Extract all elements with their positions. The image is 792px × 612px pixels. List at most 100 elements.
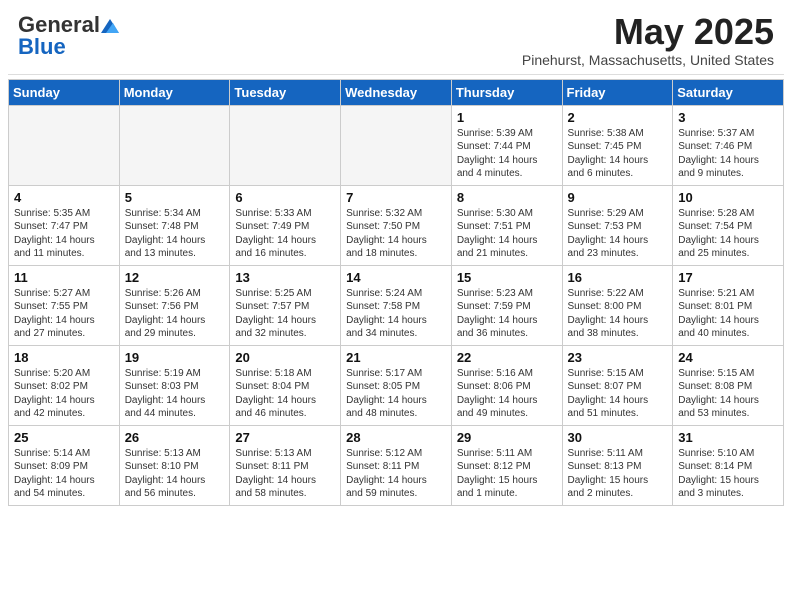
day-number: 22	[457, 350, 557, 365]
calendar-week-row: 18 Sunrise: 5:20 AM Sunset: 8:02 PM Dayli…	[9, 345, 784, 425]
calendar-day-cell: 1 Sunrise: 5:39 AM Sunset: 7:44 PM Daylig…	[451, 105, 562, 185]
day-info: Sunrise: 5:24 AM Sunset: 7:58 PM Dayligh…	[346, 287, 446, 341]
day-info: Sunrise: 5:10 AM Sunset: 8:14 PM Dayligh…	[678, 447, 778, 501]
logo-icon	[101, 19, 119, 33]
calendar-day-cell: 3Sunrise: 5:37 AM Sunset: 7:46 PM Daylig…	[673, 105, 784, 185]
calendar-day-cell: 2 Sunrise: 5:38 AM Sunset: 7:45 PM Daylig…	[562, 105, 673, 185]
title-block: May 2025 Pinehurst, Massachusetts, Unite…	[522, 12, 774, 68]
day-info: Sunrise: 5:16 AM Sunset: 8:06 PM Dayligh…	[457, 367, 557, 421]
day-info: Sunrise: 5:25 AM Sunset: 7:57 PM Dayligh…	[235, 287, 335, 341]
logo: General Blue	[18, 12, 119, 60]
day-number: 9	[568, 190, 668, 205]
day-number: 10	[678, 190, 778, 205]
day-info: Sunrise: 5:35 AM Sunset: 7:47 PM Dayligh…	[14, 207, 114, 261]
day-info: Sunrise: 5:28 AM Sunset: 7:54 PM Dayligh…	[678, 207, 778, 261]
day-info: Sunrise: 5:11 AM Sunset: 8:12 PM Dayligh…	[457, 447, 557, 501]
day-number: 12	[125, 270, 225, 285]
day-number: 19	[125, 350, 225, 365]
calendar-week-row: 11Sunrise: 5:27 AM Sunset: 7:55 PM Dayli…	[9, 265, 784, 345]
day-info: Sunrise: 5:15 AM Sunset: 8:08 PM Dayligh…	[678, 367, 778, 421]
calendar-day-cell: 8 Sunrise: 5:30 AM Sunset: 7:51 PM Daylig…	[451, 185, 562, 265]
calendar-day-cell: 11Sunrise: 5:27 AM Sunset: 7:55 PM Dayli…	[9, 265, 120, 345]
calendar-day-cell: 29 Sunrise: 5:11 AM Sunset: 8:12 PM Dayli…	[451, 425, 562, 505]
calendar-day-header: Monday	[119, 79, 230, 105]
day-info: Sunrise: 5:21 AM Sunset: 8:01 PM Dayligh…	[678, 287, 778, 341]
calendar-day-cell: 4 Sunrise: 5:35 AM Sunset: 7:47 PM Daylig…	[9, 185, 120, 265]
day-number: 5	[125, 190, 225, 205]
day-number: 29	[457, 430, 557, 445]
day-info: Sunrise: 5:14 AM Sunset: 8:09 PM Dayligh…	[14, 447, 114, 501]
calendar-day-cell: 22 Sunrise: 5:16 AM Sunset: 8:06 PM Dayli…	[451, 345, 562, 425]
calendar-day-cell: 28 Sunrise: 5:12 AM Sunset: 8:11 PM Dayli…	[341, 425, 452, 505]
calendar-wrapper: SundayMondayTuesdayWednesdayThursdayFrid…	[0, 79, 792, 512]
day-info: Sunrise: 5:13 AM Sunset: 8:11 PM Dayligh…	[235, 447, 335, 501]
day-number: 30	[568, 430, 668, 445]
page-header: General Blue May 2025 Pinehurst, Massach…	[0, 0, 792, 74]
calendar-day-header: Friday	[562, 79, 673, 105]
calendar-day-cell: 5 Sunrise: 5:34 AM Sunset: 7:48 PM Daylig…	[119, 185, 230, 265]
day-number: 26	[125, 430, 225, 445]
calendar-day-cell	[230, 105, 341, 185]
day-info: Sunrise: 5:20 AM Sunset: 8:02 PM Dayligh…	[14, 367, 114, 421]
day-number: 4	[14, 190, 114, 205]
day-number: 23	[568, 350, 668, 365]
day-number: 25	[14, 430, 114, 445]
calendar-day-cell: 16Sunrise: 5:22 AM Sunset: 8:00 PM Dayli…	[562, 265, 673, 345]
calendar-day-cell: 6 Sunrise: 5:33 AM Sunset: 7:49 PM Daylig…	[230, 185, 341, 265]
calendar-day-header: Wednesday	[341, 79, 452, 105]
day-number: 20	[235, 350, 335, 365]
calendar-day-cell	[9, 105, 120, 185]
day-number: 16	[568, 270, 668, 285]
day-number: 17	[678, 270, 778, 285]
day-info: Sunrise: 5:12 AM Sunset: 8:11 PM Dayligh…	[346, 447, 446, 501]
day-info: Sunrise: 5:39 AM Sunset: 7:44 PM Dayligh…	[457, 127, 557, 181]
day-info: Sunrise: 5:15 AM Sunset: 8:07 PM Dayligh…	[568, 367, 668, 421]
calendar-day-cell: 13Sunrise: 5:25 AM Sunset: 7:57 PM Dayli…	[230, 265, 341, 345]
calendar-week-row: 1 Sunrise: 5:39 AM Sunset: 7:44 PM Daylig…	[9, 105, 784, 185]
day-number: 28	[346, 430, 446, 445]
day-number: 8	[457, 190, 557, 205]
day-number: 15	[457, 270, 557, 285]
day-info: Sunrise: 5:27 AM Sunset: 7:55 PM Dayligh…	[14, 287, 114, 341]
calendar-day-cell	[341, 105, 452, 185]
day-info: Sunrise: 5:17 AM Sunset: 8:05 PM Dayligh…	[346, 367, 446, 421]
day-number: 7	[346, 190, 446, 205]
day-info: Sunrise: 5:19 AM Sunset: 8:03 PM Dayligh…	[125, 367, 225, 421]
calendar-day-cell: 19 Sunrise: 5:19 AM Sunset: 8:03 PM Dayli…	[119, 345, 230, 425]
calendar-day-header: Tuesday	[230, 79, 341, 105]
day-info: Sunrise: 5:11 AM Sunset: 8:13 PM Dayligh…	[568, 447, 668, 501]
calendar-day-cell: 17 Sunrise: 5:21 AM Sunset: 8:01 PM Dayli…	[673, 265, 784, 345]
day-info: Sunrise: 5:29 AM Sunset: 7:53 PM Dayligh…	[568, 207, 668, 261]
day-number: 6	[235, 190, 335, 205]
calendar-day-cell: 14 Sunrise: 5:24 AM Sunset: 7:58 PM Dayli…	[341, 265, 452, 345]
day-info: Sunrise: 5:37 AM Sunset: 7:46 PM Dayligh…	[678, 127, 778, 181]
day-info: Sunrise: 5:30 AM Sunset: 7:51 PM Dayligh…	[457, 207, 557, 261]
day-info: Sunrise: 5:18 AM Sunset: 8:04 PM Dayligh…	[235, 367, 335, 421]
day-info: Sunrise: 5:38 AM Sunset: 7:45 PM Dayligh…	[568, 127, 668, 181]
day-number: 2	[568, 110, 668, 125]
calendar-day-cell: 10 Sunrise: 5:28 AM Sunset: 7:54 PM Dayli…	[673, 185, 784, 265]
day-info: Sunrise: 5:34 AM Sunset: 7:48 PM Dayligh…	[125, 207, 225, 261]
day-info: Sunrise: 5:32 AM Sunset: 7:50 PM Dayligh…	[346, 207, 446, 261]
calendar-header-row: SundayMondayTuesdayWednesdayThursdayFrid…	[9, 79, 784, 105]
calendar-day-cell: 30 Sunrise: 5:11 AM Sunset: 8:13 PM Dayli…	[562, 425, 673, 505]
day-number: 1	[457, 110, 557, 125]
day-info: Sunrise: 5:26 AM Sunset: 7:56 PM Dayligh…	[125, 287, 225, 341]
calendar-day-header: Saturday	[673, 79, 784, 105]
page-container: General Blue May 2025 Pinehurst, Massach…	[0, 0, 792, 512]
calendar-day-cell: 21Sunrise: 5:17 AM Sunset: 8:05 PM Dayli…	[341, 345, 452, 425]
calendar-day-cell: 15 Sunrise: 5:23 AM Sunset: 7:59 PM Dayli…	[451, 265, 562, 345]
calendar-day-cell: 7 Sunrise: 5:32 AM Sunset: 7:50 PM Daylig…	[341, 185, 452, 265]
calendar-week-row: 25 Sunrise: 5:14 AM Sunset: 8:09 PM Dayli…	[9, 425, 784, 505]
day-info: Sunrise: 5:23 AM Sunset: 7:59 PM Dayligh…	[457, 287, 557, 341]
calendar-day-cell: 25 Sunrise: 5:14 AM Sunset: 8:09 PM Dayli…	[9, 425, 120, 505]
month-title: May 2025	[522, 12, 774, 52]
day-number: 18	[14, 350, 114, 365]
calendar-day-cell: 18 Sunrise: 5:20 AM Sunset: 8:02 PM Dayli…	[9, 345, 120, 425]
day-number: 14	[346, 270, 446, 285]
day-number: 24	[678, 350, 778, 365]
day-number: 27	[235, 430, 335, 445]
calendar-day-header: Sunday	[9, 79, 120, 105]
calendar-day-cell: 12 Sunrise: 5:26 AM Sunset: 7:56 PM Dayli…	[119, 265, 230, 345]
day-info: Sunrise: 5:33 AM Sunset: 7:49 PM Dayligh…	[235, 207, 335, 261]
